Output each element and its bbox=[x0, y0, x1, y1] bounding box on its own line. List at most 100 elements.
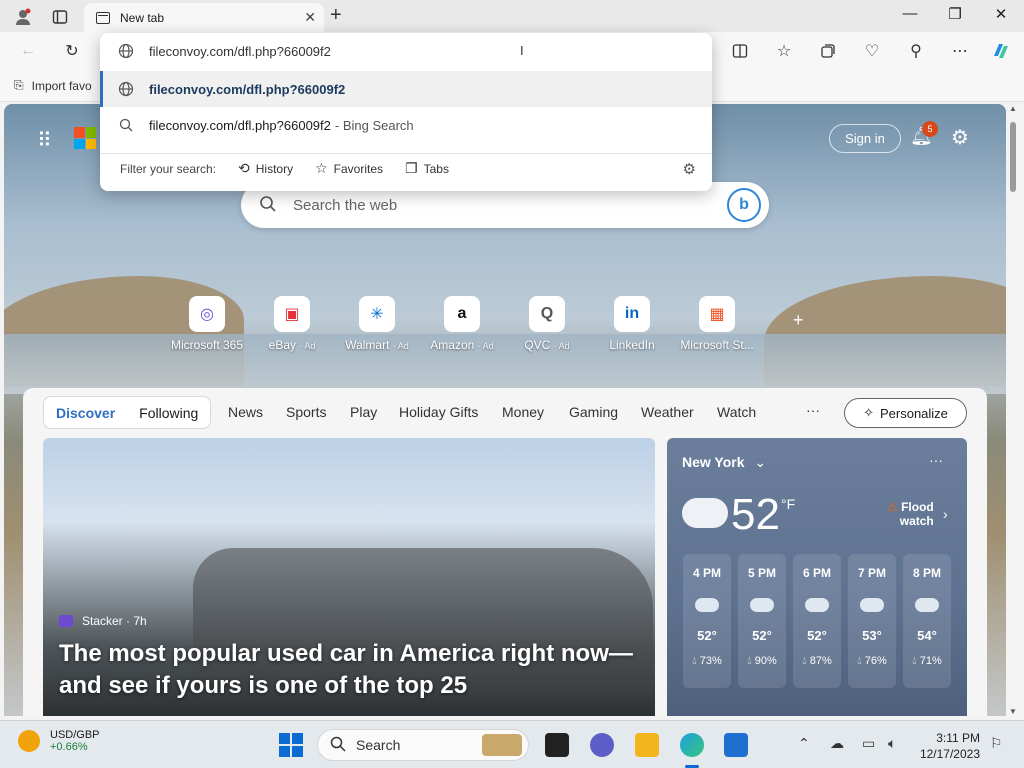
weather-alert-line2: watch bbox=[899, 514, 934, 528]
start-button[interactable] bbox=[279, 733, 303, 757]
profile-icon[interactable] bbox=[12, 6, 34, 28]
tab-news[interactable]: News bbox=[228, 404, 263, 420]
tab-holiday-gifts[interactable]: Holiday Gifts bbox=[399, 404, 478, 420]
weather-alert[interactable]: ⚠ Flood watch bbox=[887, 500, 934, 528]
filter-tabs-button[interactable]: ❐ Tabs bbox=[405, 160, 449, 177]
finance-widget[interactable]: USD/GBP +0.66% bbox=[18, 729, 100, 753]
article-headline[interactable]: The most popular used car in America rig… bbox=[59, 638, 639, 702]
hour-time: 6 PM bbox=[802, 566, 831, 580]
page-settings-icon[interactable]: ⚙ bbox=[951, 125, 969, 150]
hour-humidity: 💧︎ 73% bbox=[692, 655, 722, 667]
favorites-icon[interactable]: ☆ bbox=[772, 40, 796, 62]
suggestion-search[interactable]: fileconvoy.com/dfl.php?66009f2 - Bing Se… bbox=[100, 107, 712, 143]
hourly-forecast-item[interactable]: 6 PM 52° 💧︎ 87% bbox=[793, 554, 841, 688]
import-icon: ⎘ bbox=[14, 78, 24, 92]
address-input[interactable]: fileconvoy.com/dfl.php?66009f2 bbox=[149, 44, 331, 59]
suggestion-search-text: fileconvoy.com/dfl.php?66009f2 bbox=[149, 117, 331, 133]
quick-link-logo-icon: ✳ bbox=[359, 296, 395, 332]
filter-favorites-button[interactable]: ☆ Favorites bbox=[315, 160, 383, 177]
tab-following[interactable]: Following bbox=[127, 405, 210, 421]
file-explorer-icon[interactable] bbox=[635, 733, 659, 757]
tabs-icon: ❐ bbox=[405, 160, 418, 176]
suggestion-url[interactable]: fileconvoy.com/dfl.php?66009f2 bbox=[100, 71, 712, 107]
microsoft-store-icon[interactable] bbox=[724, 733, 748, 757]
tab-weather[interactable]: Weather bbox=[641, 404, 694, 420]
tab-watch[interactable]: Watch bbox=[717, 404, 756, 420]
import-favorites-link[interactable]: ⎘ Import favo bbox=[14, 78, 92, 93]
chevron-right-icon[interactable]: › bbox=[943, 506, 948, 522]
rain-cloud-icon bbox=[750, 598, 774, 612]
notification-center-icon[interactable]: ⚐ bbox=[990, 735, 1003, 752]
search-icon bbox=[118, 117, 134, 133]
tab-play[interactable]: Play bbox=[350, 404, 377, 420]
add-shortcut-icon[interactable]: + bbox=[793, 310, 804, 331]
address-bar[interactable]: fileconvoy.com/dfl.php?66009f2 I bbox=[100, 33, 712, 69]
hour-temp: 53° bbox=[862, 628, 882, 643]
feed-mode-toggle: Discover Following bbox=[43, 396, 212, 429]
widget-title: USD/GBP bbox=[50, 729, 100, 741]
copilot-icon[interactable] bbox=[989, 40, 1013, 62]
close-button[interactable]: ✕ bbox=[981, 5, 1021, 23]
tab-new-tab[interactable]: New tab ✕ bbox=[84, 3, 324, 32]
extensions-icon[interactable]: ⚲ bbox=[904, 40, 928, 62]
quick-link-logo-icon: ▣ bbox=[274, 296, 310, 332]
tab-money[interactable]: Money bbox=[502, 404, 544, 420]
hourly-forecast-item[interactable]: 7 PM 53° 💧︎ 76% bbox=[848, 554, 896, 688]
display-icon[interactable]: ▭ bbox=[862, 735, 875, 752]
restore-button[interactable]: ❐ bbox=[935, 5, 975, 23]
tab-sports[interactable]: Sports bbox=[286, 404, 326, 420]
personalize-label: Personalize bbox=[879, 405, 948, 421]
filter-history-label: History bbox=[255, 161, 294, 176]
widget-value: +0.66% bbox=[50, 741, 88, 753]
tab-actions-icon[interactable] bbox=[49, 6, 71, 28]
article-source: Stacker · 7h bbox=[59, 614, 147, 628]
search-settings-icon[interactable]: ⚙ bbox=[683, 160, 696, 178]
scrollbar-thumb[interactable] bbox=[1010, 122, 1016, 192]
back-icon[interactable]: ← bbox=[16, 40, 40, 62]
split-screen-icon[interactable] bbox=[728, 40, 752, 62]
tab-discover[interactable]: Discover bbox=[44, 405, 127, 421]
hero-article-card[interactable]: Stacker · 7h The most popular used car i… bbox=[43, 438, 655, 716]
task-view-icon[interactable] bbox=[545, 733, 569, 757]
onedrive-icon[interactable]: ☁ bbox=[830, 735, 844, 752]
show-hidden-icons-icon[interactable]: ⌃ bbox=[798, 735, 810, 752]
clock-date: 12/17/2023 bbox=[919, 747, 980, 761]
teams-chat-icon[interactable] bbox=[590, 733, 614, 757]
hour-humidity: 💧︎ 76% bbox=[857, 655, 887, 667]
minimize-button[interactable]: — bbox=[890, 5, 930, 22]
edge-icon[interactable] bbox=[680, 733, 704, 757]
plus-icon[interactable]: + bbox=[330, 4, 342, 27]
close-tab-icon[interactable]: ✕ bbox=[304, 9, 316, 26]
weather-unit: °F bbox=[781, 496, 796, 512]
bing-chat-icon[interactable]: b bbox=[727, 188, 761, 222]
weather-more-icon[interactable]: ··· bbox=[929, 452, 943, 468]
article-source-label: Stacker · 7h bbox=[82, 614, 147, 628]
hourly-forecast-item[interactable]: 8 PM 54° 💧︎ 71% bbox=[903, 554, 951, 688]
taskbar-search[interactable]: Search bbox=[317, 729, 529, 761]
weather-card[interactable]: New York ⌄ ··· 52 °F ⚠ Flood watch › 4 P… bbox=[667, 438, 967, 716]
hourly-forecast-item[interactable]: 4 PM 52° 💧︎ 73% bbox=[683, 554, 731, 688]
filter-history-button[interactable]: ⟲ History bbox=[238, 160, 293, 177]
sign-in-button[interactable]: Sign in bbox=[829, 124, 901, 153]
filter-favorites-label: Favorites bbox=[333, 161, 384, 176]
hourly-forecast-item[interactable]: 5 PM 52° 💧︎ 90% bbox=[738, 554, 786, 688]
quick-link[interactable]: ▦ Microsoft St... bbox=[667, 296, 767, 352]
hour-humidity: 💧︎ 87% bbox=[802, 655, 832, 667]
weather-city: New York bbox=[682, 454, 745, 470]
browser-essentials-icon[interactable]: ♡ bbox=[860, 40, 884, 62]
scroll-down-icon[interactable]: ▼ bbox=[1009, 707, 1017, 716]
volume-icon[interactable]: 🔈︎ bbox=[888, 735, 896, 752]
weather-location[interactable]: New York ⌄ bbox=[682, 454, 766, 471]
tab-gaming[interactable]: Gaming bbox=[569, 404, 618, 420]
app-launcher-icon[interactable]: ⠿ bbox=[37, 128, 52, 153]
more-options-icon[interactable]: ⋯ bbox=[948, 40, 972, 62]
scroll-up-icon[interactable]: ▲ bbox=[1009, 104, 1017, 113]
personalize-button[interactable]: ✧ Personalize bbox=[844, 398, 967, 428]
system-clock[interactable]: 3:11 PM 12/17/2023 bbox=[918, 730, 980, 762]
page-scrollbar[interactable]: ▲ ▼ bbox=[1007, 104, 1019, 716]
more-categories-button[interactable]: ··· bbox=[806, 402, 820, 418]
title-bar: New tab ✕ + — ❐ ✕ bbox=[0, 0, 1024, 32]
collections-icon[interactable] bbox=[816, 40, 840, 62]
history-icon: ⟲ bbox=[238, 160, 250, 176]
refresh-icon[interactable]: ↻ bbox=[60, 40, 84, 62]
